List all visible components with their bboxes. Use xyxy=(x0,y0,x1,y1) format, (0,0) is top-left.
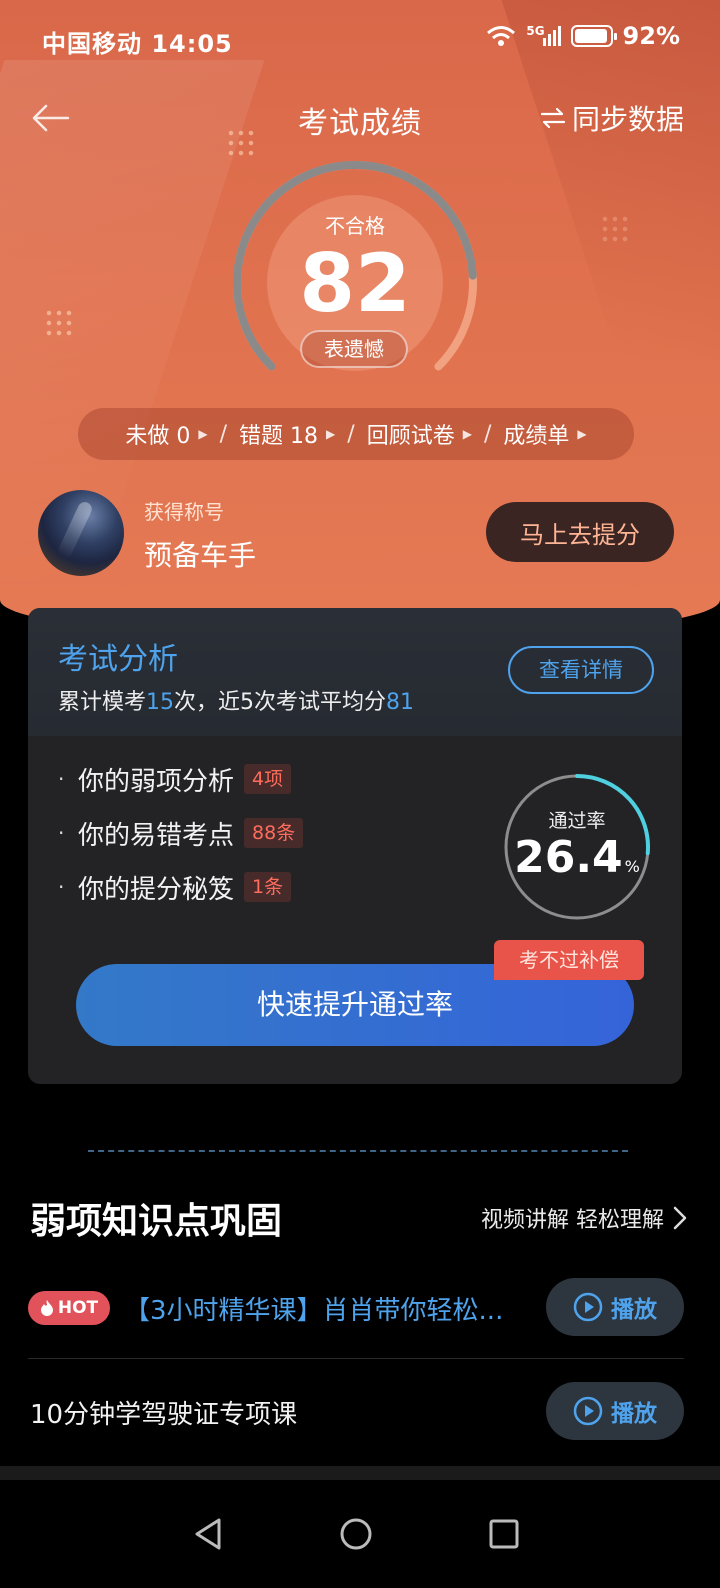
profile-row: 获得称号 预备车手 马上去提分 xyxy=(38,488,684,578)
bullet: · xyxy=(58,875,65,899)
pass-rate-number: 26.4 xyxy=(514,832,623,883)
play-circle-icon xyxy=(573,1396,603,1426)
list-item-label: 你的易错考点 xyxy=(78,820,235,851)
list-item[interactable]: 10分钟学驾驶证专项课 播放 xyxy=(28,1362,684,1462)
sync-icon xyxy=(540,107,566,129)
exam-analysis-card: 考试分析 累计模考15次，近5次考试平均分81 查看详情 · 你的弱项分析 4项… xyxy=(28,608,682,1084)
list-item-error-prone[interactable]: · 你的易错考点 88条 xyxy=(58,806,304,860)
separator: / xyxy=(347,421,355,447)
battery-level: 92% xyxy=(622,22,680,50)
hot-badge: HOT xyxy=(28,1291,110,1325)
circle-home-icon xyxy=(340,1518,372,1550)
pass-status: 不合格 xyxy=(325,214,385,238)
play-button[interactable]: 播放 xyxy=(546,1278,684,1336)
more-label: 视频讲解 轻松理解 xyxy=(481,1208,664,1233)
battery-icon xyxy=(570,25,617,47)
title-label: 获得称号 xyxy=(144,500,224,524)
avatar[interactable] xyxy=(38,490,124,576)
pass-rate-ring: 通过率 26.4% xyxy=(502,772,652,922)
count-badge: 88条 xyxy=(244,818,304,848)
score-gauge: 不合格 82 表遗憾 xyxy=(230,158,490,388)
decor-dots xyxy=(600,214,630,244)
analysis-list: · 你的弱项分析 4项 · 你的易错考点 88条 · 你的提分秘笈 1条 xyxy=(58,752,304,914)
cell-signal-icon: 5G xyxy=(526,24,561,46)
analysis-title: 考试分析 xyxy=(58,642,178,677)
triangle-back-icon xyxy=(195,1518,221,1550)
play-label: 播放 xyxy=(611,1401,657,1427)
quick-links-bar: 未做 0 ▶ / 错题 18 ▶ / 回顾试卷 ▶ / 成绩单 ▶ xyxy=(78,408,634,460)
status-bar: 中国移动 14:05 5G 92% xyxy=(0,0,720,80)
list-item-label: 你的提分秘笈 xyxy=(78,874,235,905)
play-triangle-icon: ▶ xyxy=(462,427,472,441)
quick-link-review[interactable]: 回顾试卷 ▶ xyxy=(367,418,472,450)
course-title: 【3小时精华课】肖肖带你轻松... xyxy=(124,1296,504,1326)
bottom-divider xyxy=(0,1466,720,1480)
separator: / xyxy=(219,421,228,447)
list-item-tips[interactable]: · 你的提分秘笈 1条 xyxy=(58,860,303,914)
course-title: 10分钟学驾驶证专项课 xyxy=(30,1400,298,1430)
list-item-label: 你的弱项分析 xyxy=(78,766,235,797)
play-triangle-icon: ▶ xyxy=(198,427,208,441)
decor-dots xyxy=(44,308,74,338)
sync-data-button[interactable]: 同步数据 xyxy=(540,98,684,138)
summary-prefix: 累计模考 xyxy=(58,690,147,715)
section-title: 弱项知识点巩固 xyxy=(30,1201,283,1242)
status-icons: 5G 92% xyxy=(486,22,680,50)
title-value: 预备车手 xyxy=(144,539,257,572)
quick-link-label: 成绩单 xyxy=(503,424,570,449)
quick-link-report[interactable]: 成绩单 ▶ xyxy=(503,418,586,450)
quick-link-label: 错题 18 xyxy=(239,424,319,449)
exam-score: 82 xyxy=(299,237,411,330)
quick-link-wrong[interactable]: 错题 18 ▶ xyxy=(239,418,335,450)
count-badge: 1条 xyxy=(244,872,292,902)
hot-label: HOT xyxy=(57,1298,99,1318)
top-nav: 考试成绩 同步数据 xyxy=(0,90,720,146)
network-type: 5G xyxy=(526,24,545,38)
wifi-icon xyxy=(487,26,516,46)
chevron-right-icon xyxy=(673,1206,687,1230)
square-recents-icon xyxy=(489,1519,519,1549)
flame-icon xyxy=(40,1300,53,1316)
summary-mid: 次，近5次考试平均分 xyxy=(174,690,387,715)
separator: / xyxy=(483,421,492,447)
regret-tag[interactable]: 表遗憾 xyxy=(300,330,408,368)
nav-recents-button[interactable] xyxy=(480,1510,528,1558)
pass-rate-unit: % xyxy=(624,857,640,876)
system-nav-bar xyxy=(0,1480,720,1588)
pass-rate-label: 通过率 xyxy=(548,810,606,832)
play-triangle-icon: ▶ xyxy=(326,427,336,441)
bullet: · xyxy=(58,821,65,845)
bullet: · xyxy=(58,767,65,791)
pass-rate-value: 26.4% xyxy=(502,832,652,883)
play-label: 播放 xyxy=(611,1297,657,1323)
carrier-time: 中国移动 14:05 xyxy=(42,30,233,58)
section-more-link[interactable]: 视频讲解 轻松理解 xyxy=(481,1202,688,1234)
boost-score-button[interactable]: 马上去提分 xyxy=(486,502,674,562)
quick-link-undone[interactable]: 未做 0 ▶ xyxy=(125,418,207,450)
dashed-divider xyxy=(88,1150,628,1152)
analysis-summary: 累计模考15次，近5次考试平均分81 xyxy=(58,684,414,716)
play-triangle-icon: ▶ xyxy=(577,427,587,441)
mock-count: 15 xyxy=(146,690,175,715)
sync-label: 同步数据 xyxy=(571,103,684,136)
play-button[interactable]: 播放 xyxy=(546,1382,684,1440)
quick-link-label: 未做 0 xyxy=(125,424,191,449)
play-circle-icon xyxy=(573,1292,603,1322)
quick-link-label: 回顾试卷 xyxy=(366,424,455,449)
list-item[interactable]: HOT 【3小时精华课】肖肖带你轻松... 播放 xyxy=(28,1258,684,1359)
view-details-button[interactable]: 查看详情 xyxy=(508,646,654,694)
average-score: 81 xyxy=(386,690,415,715)
nav-back-button[interactable] xyxy=(184,1510,232,1558)
compensation-tag: 考不过补偿 xyxy=(494,940,644,980)
list-item-weak-points[interactable]: · 你的弱项分析 4项 xyxy=(58,752,303,806)
nav-home-button[interactable] xyxy=(332,1510,380,1558)
count-badge: 4项 xyxy=(244,764,292,794)
